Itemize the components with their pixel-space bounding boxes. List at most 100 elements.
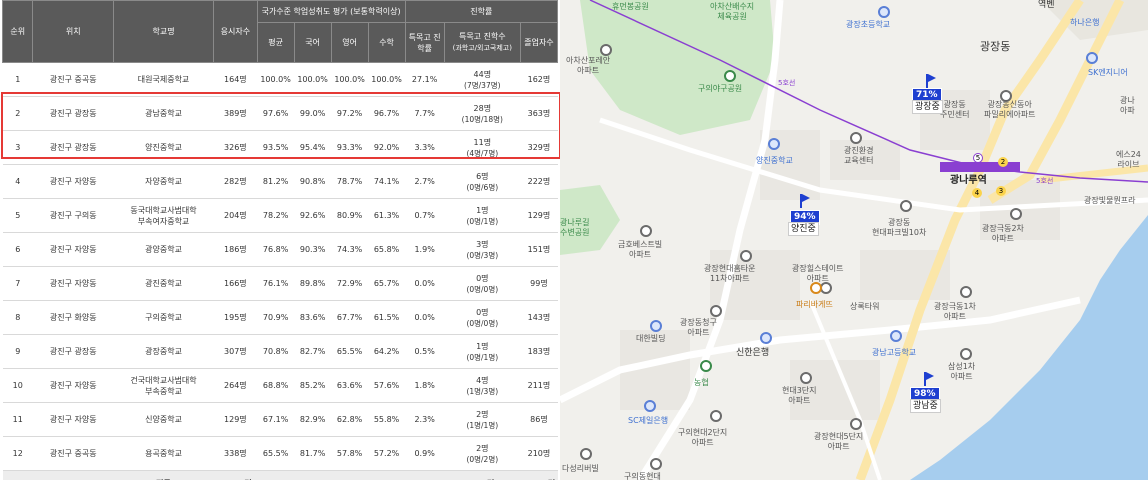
cell-kor: 82.7%: [294, 334, 332, 369]
exit-badge: 2: [998, 157, 1008, 167]
label-gwangnaru-station[interactable]: 광나루역: [950, 176, 987, 186]
cell-rank: 3: [2, 130, 33, 165]
label-gwangjang-dong: 광장동: [980, 40, 1011, 53]
label-yangjin-school: 양진중학교: [756, 156, 793, 165]
cell-loc: 광진구 자양동: [32, 402, 114, 437]
cell-grad: 162명: [520, 62, 558, 97]
cell-rank: 11: [2, 402, 33, 437]
school-marker[interactable]: [768, 138, 780, 150]
apartment-marker[interactable]: [960, 286, 972, 298]
table-total-row: 평균2,950명78.8%89.5%76.2%70.9%4.0%102명2,28…: [2, 470, 558, 480]
special-count-total: 11명: [473, 137, 492, 147]
special-count-breakdown: (10명/18명): [461, 114, 503, 124]
header-special-count-label: 특목고 진학수: [458, 32, 506, 41]
table-row: 7 광진구 자양동 광진중학교 166명 76.1% 89.8% 72.9% 65.7% 0.0…: [2, 266, 558, 301]
cell-loc: 광진구 중곡동: [32, 436, 114, 471]
apartment-marker[interactable]: [740, 250, 752, 262]
school-marker[interactable]: [890, 330, 902, 342]
special-count-breakdown: (0명/0명): [466, 318, 499, 328]
gwangnam-school-tag[interactable]: 광남중: [910, 399, 941, 413]
cell-eng: 97.2%: [331, 96, 369, 131]
special-count-total: 6명: [476, 171, 489, 181]
apartment-marker[interactable]: [580, 448, 592, 460]
cell-math: 65.7%: [368, 266, 406, 301]
center-marker[interactable]: [850, 132, 862, 144]
header-special-rate: 특목고 진학률: [404, 22, 445, 63]
bank-marker[interactable]: [644, 400, 656, 412]
table-row: 12 광진구 중곡동 용곡중학교 338명 65.5% 81.7% 57.8% 57.2% 0.…: [2, 436, 558, 471]
label-gwangjang-hyundai-park: 광장동 현대파크빌10차: [872, 218, 927, 237]
table-row: 6 광진구 자양동 광양중학교 186명 76.8% 90.3% 74.3% 65.8% 1.9…: [2, 232, 558, 267]
label-gwangnam-high: 광남고등학교: [872, 348, 917, 357]
cell-avg: 93.5%: [257, 130, 295, 165]
label-gwangjang-shindonga: 광장동신동아 파밀리에아파트: [984, 100, 1036, 119]
cell-loc: 광진구 자양동: [32, 266, 114, 301]
cell-school: 신양중학교: [113, 402, 214, 437]
apartment-marker[interactable]: [710, 305, 722, 317]
special-count-breakdown: (0명/3명): [466, 250, 499, 260]
school-marker[interactable]: [878, 6, 890, 18]
cell-grad: 86명: [520, 402, 558, 437]
cell-loc: 광진구 구의동: [32, 198, 114, 233]
bank-marker[interactable]: [760, 332, 772, 344]
cell-rate: 1.8%: [405, 368, 445, 403]
apartment-marker[interactable]: [600, 44, 612, 56]
park-marker[interactable]: [724, 70, 736, 82]
apartment-marker[interactable]: [1010, 208, 1022, 220]
label-geumho: 금호베스트빌 아파트: [618, 240, 663, 259]
label-gwangjang-river: 광장빛물뭔프라: [1084, 196, 1136, 205]
header-progress-group: 진학률: [404, 0, 559, 23]
special-count-breakdown: (1명/1명): [466, 420, 499, 430]
cell-rate: 1.9%: [405, 232, 445, 267]
gwangjang-school-tag[interactable]: 광장중: [912, 100, 943, 114]
label-hana-bank: 하나은행: [1070, 18, 1100, 27]
special-count-breakdown: (7명/37명): [464, 80, 501, 90]
apartment-marker[interactable]: [650, 458, 662, 470]
cell-math: 57.2%: [368, 436, 406, 471]
yangjin-school-tag[interactable]: 양진중: [788, 222, 819, 236]
cell-school: 건국대학교사범대학 부속중학교: [113, 368, 214, 403]
cell-n: 389명: [213, 96, 258, 131]
special-count-total: 1명: [476, 205, 489, 215]
table-row: 2 광진구 광장동 광남중학교 389명 97.6% 99.0% 97.2% 96.7% 7.7…: [2, 96, 558, 131]
bank-marker[interactable]: [700, 360, 712, 372]
apartment-marker[interactable]: [800, 372, 812, 384]
building-marker[interactable]: [650, 320, 662, 332]
label-sk-engineering: SK엔지니어: [1088, 68, 1128, 77]
screen: 순위 위치 학교명 응시자수 국가수준 학업성취도 평가 (보통학력이상) 진학…: [0, 0, 1148, 480]
apartment-marker[interactable]: [710, 410, 722, 422]
header-avg: 평균: [256, 22, 295, 63]
apartment-marker[interactable]: [900, 200, 912, 212]
label-hyundai5: 광장현대5단지 아파트: [814, 432, 864, 451]
cell-rank: 9: [2, 334, 33, 369]
cell-special-count: 1명 (0명/1명): [444, 198, 521, 233]
cell-n: 338명: [213, 436, 258, 471]
school-ranking-table: 순위 위치 학교명 응시자수 국가수준 학업성취도 평가 (보통학력이상) 진학…: [1, 0, 559, 480]
map-panel[interactable]: 휴먼봉공원 아차산배수지 체육공원 역벤 하나은행 광장초등학교 광장동 SK엔…: [560, 0, 1148, 480]
cell-kor: 90.3%: [294, 232, 332, 267]
cell-n: 166명: [213, 266, 258, 301]
cell-avg: 76.1%: [257, 266, 295, 301]
bank-marker[interactable]: [1086, 52, 1098, 64]
gwangnaru-station-platform: [940, 162, 1020, 172]
cell-grad: 222명: [520, 164, 558, 199]
label-gwangjin-culture: 광진환경 교육센터: [844, 146, 874, 165]
cell-kor: 92.6%: [294, 198, 332, 233]
label-hillstate: 광장힐스테이트 아파트: [792, 264, 844, 283]
cell-school: 광남중학교: [113, 96, 214, 131]
special-count-breakdown: (4명/7명): [466, 148, 499, 158]
apartment-marker[interactable]: [850, 418, 862, 430]
cell-kor: 82.9%: [294, 402, 332, 437]
cell-special-count: 2명 (1명/1명): [444, 402, 521, 437]
apartment-marker[interactable]: [960, 348, 972, 360]
apartment-marker[interactable]: [640, 225, 652, 237]
special-count-total: 0명: [476, 273, 489, 283]
header-location: 위치: [32, 0, 114, 63]
cell-n: 195명: [213, 300, 258, 335]
cell-eng: 67.7%: [331, 300, 369, 335]
cell-n: 326명: [213, 130, 258, 165]
total-rate: 4.0%: [405, 470, 445, 480]
cell-grad: 210명: [520, 436, 558, 471]
label-guui-hyundai: 구의동현대: [624, 472, 661, 480]
cell-rate: 0.0%: [405, 300, 445, 335]
